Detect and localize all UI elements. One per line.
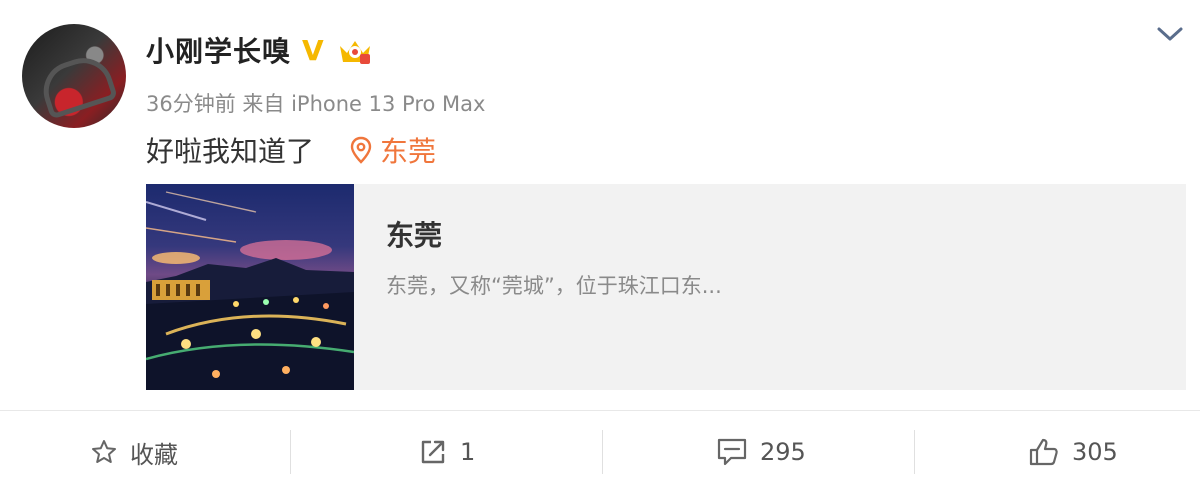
like-button[interactable]: 305 bbox=[1028, 428, 1118, 476]
location-tag[interactable]: 东莞 bbox=[350, 130, 436, 170]
crown-badge-icon bbox=[340, 41, 370, 64]
comment-icon bbox=[717, 438, 747, 466]
like-count: 305 bbox=[1072, 438, 1118, 466]
share-icon bbox=[421, 440, 445, 464]
location-thumbnail bbox=[146, 184, 354, 390]
location-pin-icon bbox=[350, 136, 372, 164]
thumbs-up-icon bbox=[1029, 438, 1058, 466]
divider bbox=[0, 410, 1200, 411]
repost-count: 1 bbox=[460, 438, 476, 466]
location-label: 东莞 bbox=[380, 135, 437, 168]
star-icon bbox=[92, 440, 116, 463]
username[interactable]: 小刚学长嗅 bbox=[146, 30, 291, 70]
card-title: 东莞 bbox=[386, 219, 443, 252]
location-card[interactable]: 东莞 东莞，又称“莞城”，位于珠江口东... bbox=[146, 184, 1186, 390]
verified-badge-icon: V bbox=[302, 34, 324, 67]
post-meta: 36分钟前 来自 iPhone 13 Pro Max bbox=[146, 92, 486, 116]
repost-button[interactable]: 1 bbox=[418, 428, 475, 476]
chevron-down-icon[interactable] bbox=[1156, 24, 1184, 44]
post-text: 好啦我知道了 bbox=[146, 135, 315, 168]
favorite-label: 收藏 bbox=[130, 440, 178, 469]
favorite-button[interactable]: 收藏 bbox=[90, 428, 178, 476]
action-separator bbox=[290, 430, 291, 474]
card-description: 东莞，又称“莞城”，位于珠江口东... bbox=[386, 274, 722, 298]
comment-button[interactable]: 295 bbox=[716, 428, 806, 476]
comment-count: 295 bbox=[760, 438, 806, 466]
avatar[interactable] bbox=[22, 24, 126, 128]
action-separator bbox=[602, 430, 603, 474]
action-separator bbox=[914, 430, 915, 474]
